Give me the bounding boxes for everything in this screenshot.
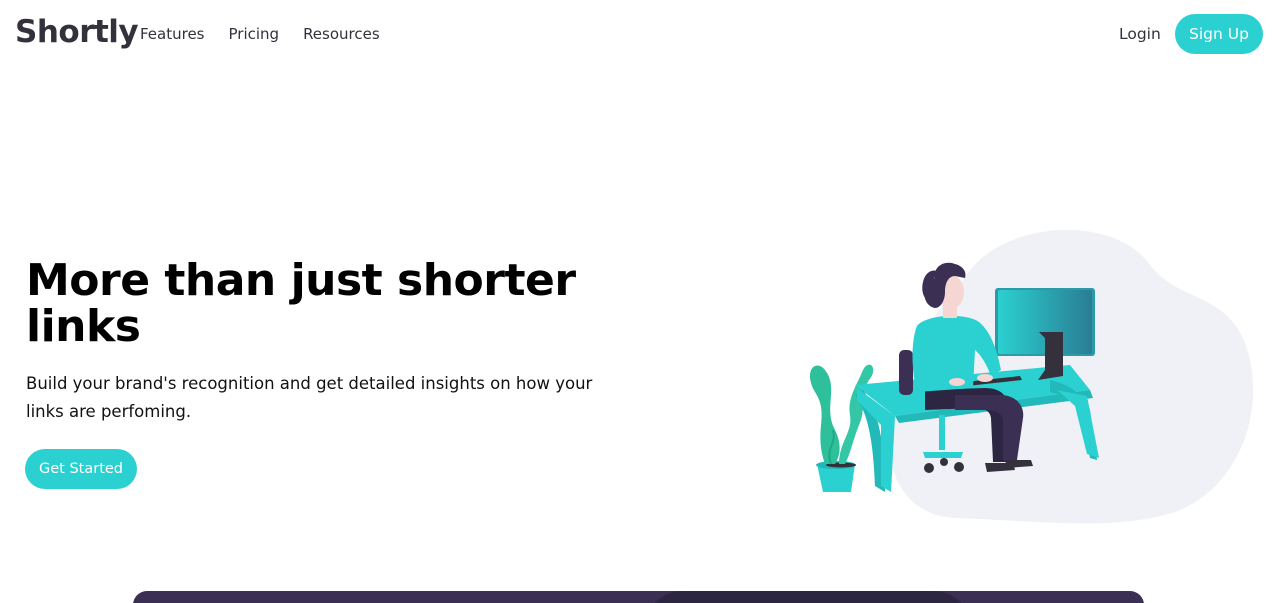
get-started-button[interactable]: Get Started [25,449,137,489]
nav-link-features[interactable]: Features [140,24,205,44]
nav-link-pricing[interactable]: Pricing [229,24,280,44]
shorten-form-panel [133,591,1144,603]
navbar: Shortly Features Pricing Resources Login… [0,0,1280,68]
person-working-at-desk-illustration-icon [809,229,1254,524]
hero-title: More than just shorter links [26,255,576,352]
login-link[interactable]: Login [1119,24,1161,44]
panel-background-shape [643,591,973,603]
hero-subtitle: Build your brand's recognition and get d… [26,374,593,421]
person-working-illustration [795,220,1265,530]
logo[interactable]: Shortly [15,12,139,52]
signup-button[interactable]: Sign Up [1175,14,1263,54]
primary-nav: Features Pricing Resources [140,24,404,44]
nav-link-resources[interactable]: Resources [303,24,380,44]
